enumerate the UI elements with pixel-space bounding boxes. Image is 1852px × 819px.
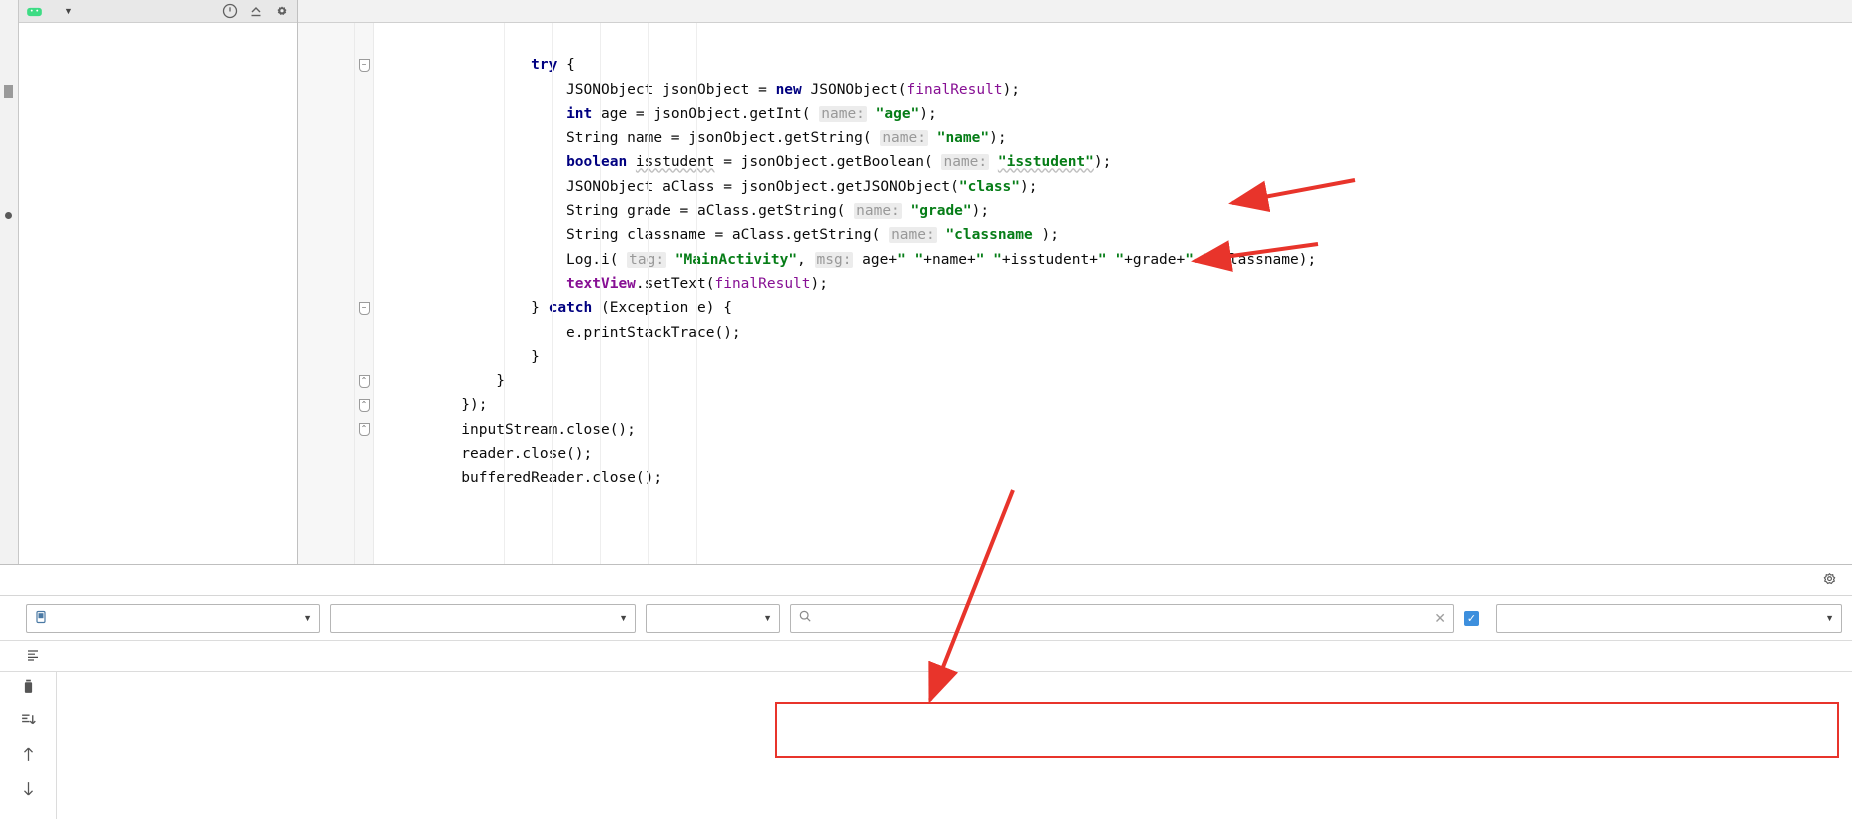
logcat-icon [26, 648, 40, 665]
chevron-down-icon[interactable]: ▼ [755, 613, 772, 623]
project-tree[interactable] [19, 22, 297, 564]
fold-marker-c[interactable]: ⌃ [355, 418, 373, 442]
logcat-filter-selector[interactable]: ▼ [1496, 603, 1842, 633]
fold-slot [355, 175, 373, 199]
chevron-down-icon[interactable]: ▼ [611, 613, 628, 623]
logcat-highlight-box [775, 702, 1839, 759]
fold-slot [355, 199, 373, 223]
fold-slot [355, 272, 373, 296]
project-panel-header: ▼ [19, 0, 297, 23]
fold-slot [355, 321, 373, 345]
android-studio-window: ▼ − − ⌃ ⌃ ⌃ try {JSONObject jsonObject … [0, 0, 1852, 819]
gear-icon[interactable] [1821, 571, 1838, 593]
logcat-search-field[interactable]: ✕ [790, 603, 1454, 633]
device-selector[interactable]: ▼ [26, 603, 320, 633]
code-folding-bar[interactable]: − − ⌃ ⌃ ⌃ [355, 23, 374, 565]
fold-slot [355, 102, 373, 126]
fold-slot [355, 345, 373, 369]
code-line-73: String grade = aClass.getString( name: "… [374, 203, 990, 220]
checkbox-checked-icon[interactable]: ✓ [1464, 610, 1479, 626]
device-icon [34, 610, 48, 627]
strip-marker [4, 85, 13, 98]
code-line-71: boolean isstudent = jsonObject.getBoolea… [566, 154, 1112, 171]
code-line-74: String classname = aClass.getString( nam… [374, 227, 1059, 244]
logcat-side-rail[interactable] [0, 672, 57, 819]
process-selector[interactable]: ▼ [330, 603, 636, 633]
code-line-68: JSONObject jsonObject = new JSONObject(f… [374, 81, 1021, 98]
code-editor: − − ⌃ ⌃ ⌃ try {JSONObject jsonObject = … [298, 0, 1852, 565]
collapse-all-icon[interactable] [247, 2, 265, 20]
code-text[interactable]: try { JSONObject jsonObject = new JSONOb… [374, 23, 1852, 565]
code-line-69: int age = jsonObject.getInt( name: "age"… [566, 105, 937, 122]
fold-slot [355, 150, 373, 174]
fold-marker-catch[interactable]: − [355, 296, 373, 320]
code-line-80: } [374, 373, 505, 390]
logcat-output [0, 672, 1852, 819]
code-line-83: reader.close(); [374, 446, 593, 463]
code-line-82: inputStream.close(); [461, 421, 636, 438]
chevron-down-icon[interactable]: ▼ [295, 613, 312, 623]
fold-slot [355, 126, 373, 150]
down-arrow-icon[interactable] [21, 780, 36, 802]
code-line-72: JSONObject aClass = jsonObject.getJSONOb… [374, 178, 1038, 195]
code-area: − − ⌃ ⌃ ⌃ try {JSONObject jsonObject = … [298, 23, 1852, 565]
chevron-down-icon[interactable]: ▼ [64, 6, 73, 16]
code-line-78: e.printStackTrace(); [374, 324, 741, 341]
scroll-to-end-icon[interactable] [20, 712, 37, 734]
sync-icon[interactable] [221, 2, 239, 20]
android-logo-icon [25, 6, 44, 17]
logcat-panel: ▼ ▼ ▼ ✕ ✓ ▼ [0, 564, 1852, 819]
code-line-84: bufferedReader.close(); [374, 470, 663, 487]
fold-marker-b[interactable]: ⌃ [355, 393, 373, 417]
code-line-81: }); [374, 397, 488, 414]
fold-slot [355, 248, 373, 272]
code-line-77: } catch (Exception e) { [374, 300, 732, 317]
code-line-75: Log.i( tag: "MainActivity", msg: age+" "… [374, 251, 1317, 268]
regex-checkbox[interactable]: ✓ [1464, 610, 1486, 626]
log-level-selector[interactable]: ▼ [646, 603, 780, 633]
strip-dot-icon [5, 212, 12, 219]
fold-marker-a[interactable]: ⌃ [355, 369, 373, 393]
top-region: ▼ − − ⌃ ⌃ ⌃ try {JSONObject jsonObject … [0, 0, 1852, 565]
code-line-76: textView.setText(finalResult); [566, 275, 828, 292]
settings-gear-icon[interactable] [273, 2, 291, 20]
up-arrow-icon[interactable] [21, 746, 36, 768]
editor-tab-bar[interactable] [298, 0, 1852, 23]
line-number-gutter [298, 23, 355, 565]
trash-icon[interactable] [21, 678, 36, 700]
left-tool-strip[interactable] [0, 0, 19, 565]
clear-icon[interactable]: ✕ [1434, 610, 1446, 627]
code-line-79: } [374, 348, 540, 365]
code-line-70: String name = jsonObject.getString( name… [374, 130, 1007, 147]
chevron-down-icon[interactable]: ▼ [1817, 613, 1834, 623]
logcat-toolbar: ▼ ▼ ▼ ✕ ✓ ▼ [0, 596, 1852, 641]
fold-slot [355, 29, 373, 53]
logcat-tab-row[interactable] [0, 640, 1852, 673]
logcat-title-bar [0, 565, 1852, 597]
fold-slot [355, 78, 373, 102]
code-line-67: try { [531, 57, 575, 74]
fold-marker-try[interactable]: − [355, 53, 373, 77]
fold-slot [355, 223, 373, 247]
search-icon [798, 609, 813, 627]
project-panel: ▼ [19, 0, 298, 565]
